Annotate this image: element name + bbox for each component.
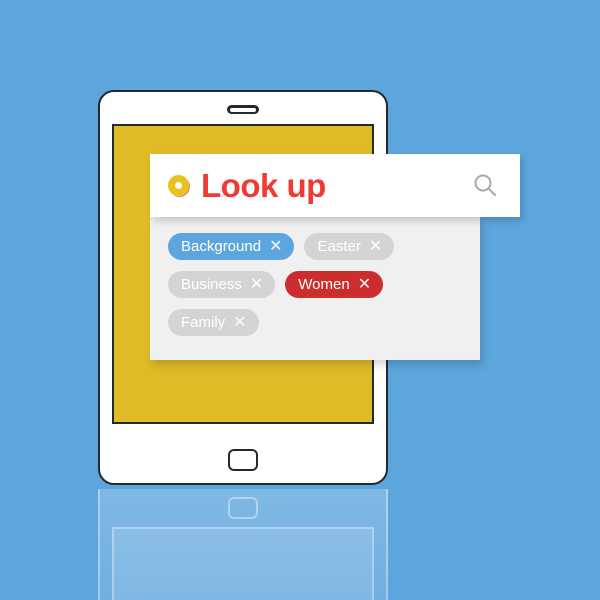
tag-women[interactable]: Women ✕ (285, 271, 384, 298)
tag-label: Business (181, 276, 242, 293)
tag-business[interactable]: Business ✕ (168, 271, 276, 298)
speaker-grille-icon (227, 105, 259, 114)
tag-row: Business ✕ Women ✕ (168, 271, 480, 298)
tag-label: Women (298, 276, 350, 293)
tag-remove-icon[interactable]: ✕ (233, 314, 246, 331)
search-bar[interactable]: Look up (150, 154, 520, 217)
tag-remove-icon[interactable]: ✕ (250, 276, 263, 293)
tag-remove-icon[interactable]: ✕ (369, 238, 382, 255)
search-title: Look up (201, 167, 326, 204)
illustration-scene: Look up Background ✕ Easter ✕ Business ✕… (0, 0, 600, 600)
ring-logo-icon (168, 175, 189, 196)
tag-easter[interactable]: Easter ✕ (304, 233, 395, 260)
reflection-screen (112, 527, 374, 600)
reflection-home-button (228, 497, 258, 519)
search-widget: Look up Background ✕ Easter ✕ Business ✕… (150, 154, 520, 360)
tag-remove-icon[interactable]: ✕ (269, 238, 282, 255)
tablet-reflection (98, 489, 388, 600)
tag-label: Background (181, 238, 262, 255)
tag-row: Background ✕ Easter ✕ (168, 233, 480, 260)
magnifier-icon[interactable] (470, 171, 500, 201)
tag-remove-icon[interactable]: ✕ (358, 276, 371, 293)
tag-row: Family ✕ (168, 309, 480, 336)
tag-label: Easter (317, 238, 361, 255)
tag-suggestions-panel: Background ✕ Easter ✕ Business ✕ Women ✕ (150, 217, 480, 360)
tag-background[interactable]: Background ✕ (168, 233, 295, 260)
tag-family[interactable]: Family ✕ (168, 309, 259, 336)
tag-label: Family (181, 314, 226, 331)
home-button[interactable] (228, 449, 258, 471)
